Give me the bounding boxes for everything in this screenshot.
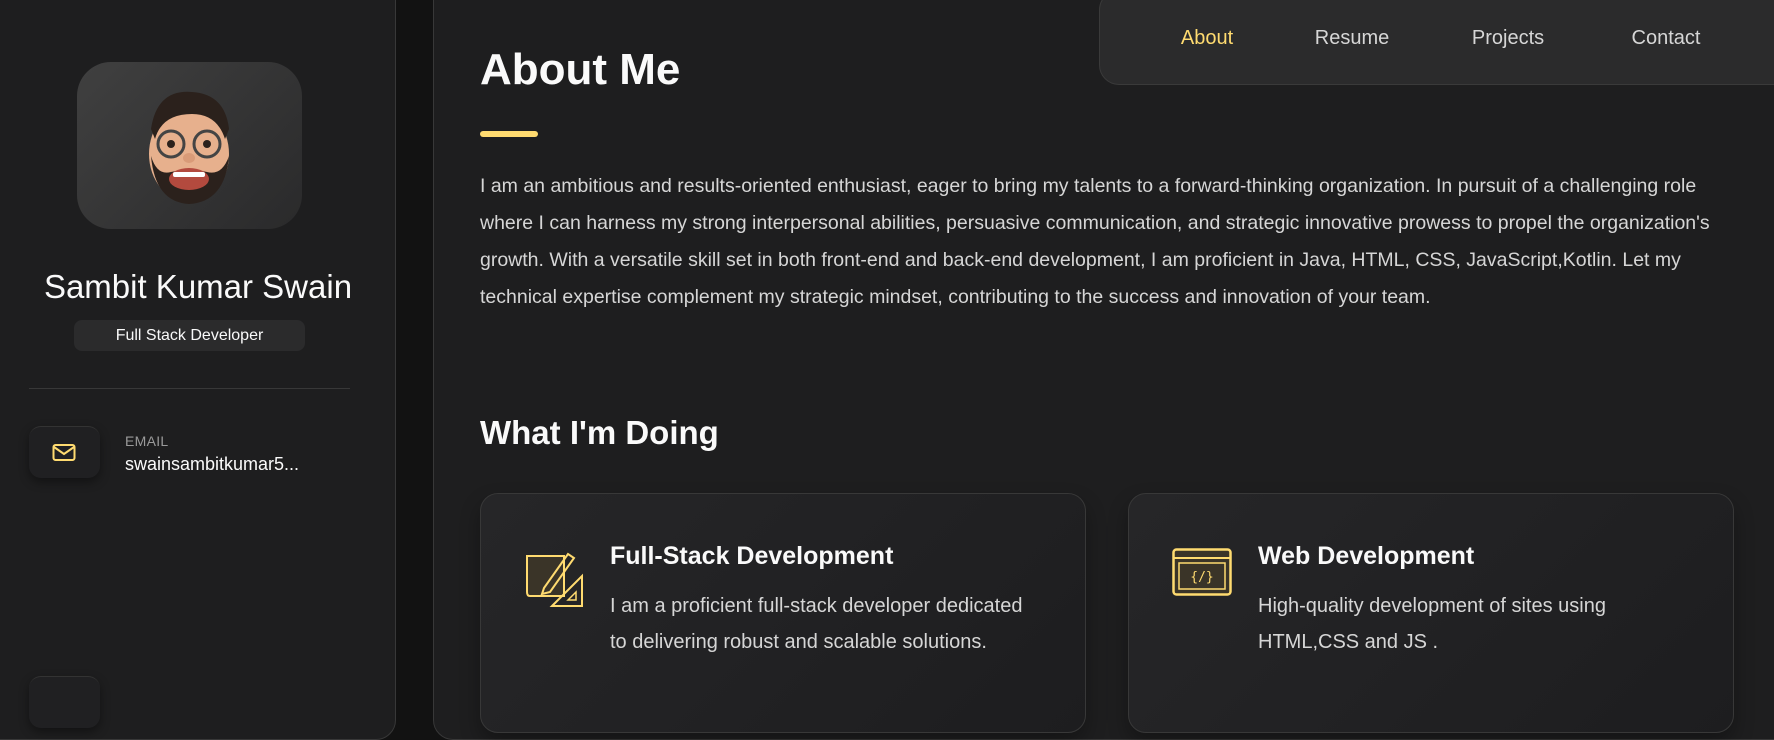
service-text: I am a proficient full-stack developer d… (610, 595, 1023, 653)
avatar (77, 62, 302, 229)
divider (29, 388, 350, 389)
nav-projects[interactable]: Projects (1472, 27, 1544, 50)
page-title: About Me (480, 45, 681, 94)
design-tools-icon (526, 552, 583, 607)
service-title: Web Development (1258, 542, 1475, 570)
services-heading: What I'm Doing (480, 414, 719, 451)
profile-title-badge: Full Stack Developer (74, 320, 305, 351)
nav-resume[interactable]: Resume (1315, 27, 1389, 50)
service-title: Full-Stack Development (610, 542, 894, 570)
nav-about[interactable]: About (1181, 27, 1233, 50)
sidebar: Sambit Kumar Swain Full Stack Developer … (0, 0, 396, 740)
nav-contact[interactable]: Contact (1632, 27, 1701, 50)
email-label: EMAIL (125, 433, 169, 449)
profile-name: Sambit Kumar Swain (43, 268, 353, 305)
email-icon-box (29, 426, 100, 478)
email-value[interactable]: swainsambitkumar5... (125, 454, 299, 475)
svg-text:{/}: {/} (1190, 570, 1213, 585)
code-window-icon: {/} (1172, 548, 1232, 596)
about-text: I am an ambitious and results-oriented e… (480, 175, 1710, 308)
service-text: High-quality development of sites using … (1258, 595, 1606, 653)
service-card: {/} Web Development High-quality develop… (1128, 493, 1734, 733)
memoji-avatar-icon (149, 91, 229, 204)
service-card: Full-Stack Development I am a proficient… (480, 493, 1086, 733)
navbar: About Resume Projects Contact (1099, 0, 1774, 85)
title-underline (480, 131, 538, 137)
mail-icon (52, 444, 76, 461)
contact-icon-box (29, 676, 100, 728)
